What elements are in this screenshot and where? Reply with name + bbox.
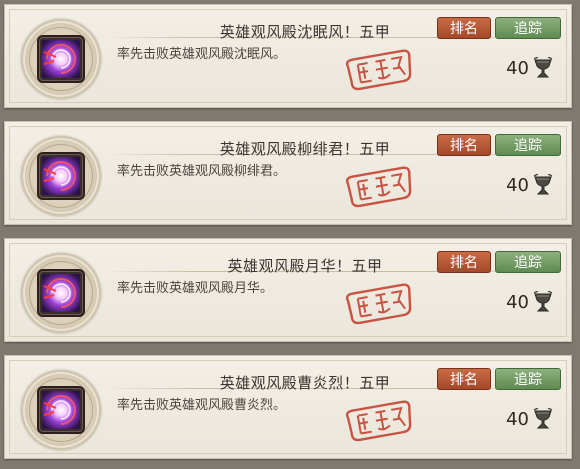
red-completed-seal-icon (343, 47, 417, 93)
track-button[interactable]: 追踪 (495, 17, 561, 39)
achievement-title: 英雄观风殿柳绯君！五甲 (219, 140, 391, 158)
reward: 40 (506, 174, 553, 196)
achievement-title: 英雄观风殿曹炎烈！五甲 (219, 374, 391, 392)
reward-amount: 40 (506, 291, 529, 313)
achievement-description: 率先击败英雄观风殿月华。 (117, 281, 274, 296)
rank-button[interactable]: 排名 (437, 251, 491, 273)
reward: 40 (506, 291, 553, 313)
bronze-goblet-icon (533, 57, 553, 79)
achievement-badge (21, 370, 101, 450)
purple-swirl-emblem-icon (40, 272, 82, 314)
rank-button[interactable]: 排名 (437, 17, 491, 39)
achievement-card: 英雄观风殿柳绯君！五甲 率先击败英雄观风殿柳绯君。 排名 追踪 40 (4, 121, 572, 225)
achievement-badge (21, 19, 101, 99)
achievement-card: 英雄观风殿曹炎烈！五甲 率先击败英雄观风殿曹炎烈。 排名 追踪 40 (4, 355, 572, 459)
achievement-title: 英雄观风殿月华！五甲 (227, 257, 383, 275)
achievement-description: 率先击败英雄观风殿沈眠风。 (117, 47, 287, 62)
purple-swirl-emblem-icon (40, 389, 82, 431)
red-completed-seal-icon (343, 398, 417, 444)
track-button[interactable]: 追踪 (495, 134, 561, 156)
reward: 40 (506, 408, 553, 430)
achievement-card: 英雄观风殿沈眠风！五甲 率先击败英雄观风殿沈眠风。 排名 追踪 40 (4, 4, 572, 108)
bronze-goblet-icon (533, 408, 553, 430)
purple-swirl-emblem-icon (40, 155, 82, 197)
reward-amount: 40 (506, 174, 529, 196)
achievement-title: 英雄观风殿沈眠风！五甲 (219, 23, 391, 41)
achievement-badge (21, 136, 101, 216)
reward: 40 (506, 57, 553, 79)
purple-swirl-emblem-icon (40, 38, 82, 80)
bronze-goblet-icon (533, 174, 553, 196)
achievement-card: 英雄观风殿月华！五甲 率先击败英雄观风殿月华。 排名 追踪 40 (4, 238, 572, 342)
red-completed-seal-icon (343, 164, 417, 210)
achievement-badge (21, 253, 101, 333)
achievement-list: 英雄观风殿沈眠风！五甲 率先击败英雄观风殿沈眠风。 排名 追踪 40 英雄观风殿… (0, 0, 580, 469)
red-completed-seal-icon (343, 281, 417, 327)
reward-amount: 40 (506, 408, 529, 430)
reward-amount: 40 (506, 57, 529, 79)
achievement-description: 率先击败英雄观风殿曹炎烈。 (117, 398, 287, 413)
track-button[interactable]: 追踪 (495, 251, 561, 273)
rank-button[interactable]: 排名 (437, 368, 491, 390)
rank-button[interactable]: 排名 (437, 134, 491, 156)
achievement-description: 率先击败英雄观风殿柳绯君。 (117, 164, 287, 179)
bronze-goblet-icon (533, 291, 553, 313)
track-button[interactable]: 追踪 (495, 368, 561, 390)
